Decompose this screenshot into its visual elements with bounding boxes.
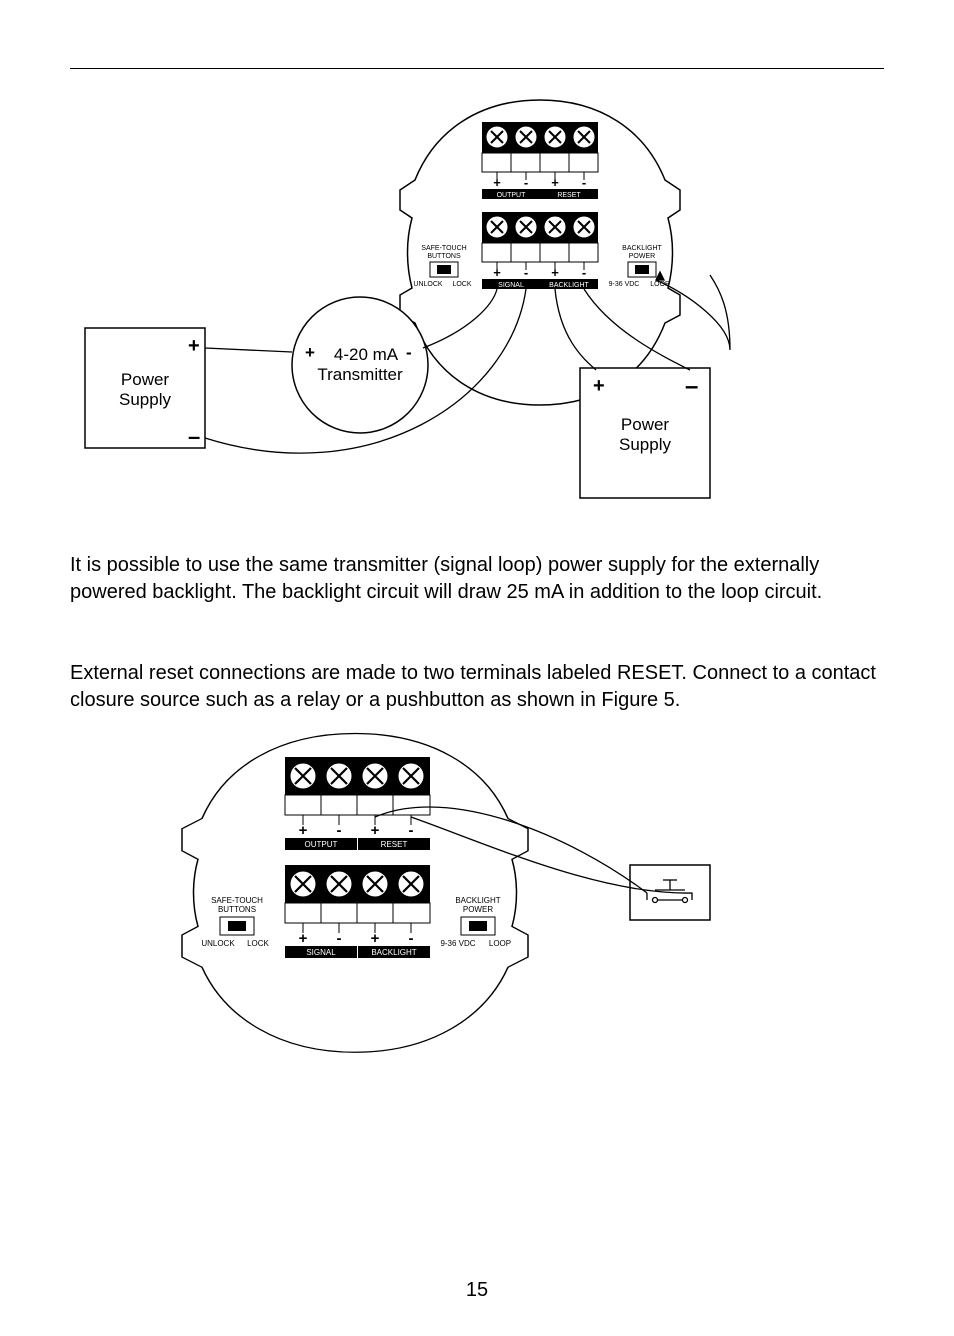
minus-label: - [524, 265, 528, 280]
reset-label: RESET [557, 192, 581, 199]
svg-text:BACKLIGHT: BACKLIGHT [455, 896, 500, 905]
transmitter-plus: + [305, 343, 315, 362]
svg-text:UNLOCK: UNLOCK [201, 939, 235, 948]
minus-label: - [337, 822, 342, 839]
minus-label: - [409, 822, 414, 839]
diagram-2: + - + - OUTPUT RESET [130, 725, 830, 1065]
header-rule [70, 68, 884, 69]
plus-label: + [299, 930, 308, 947]
svg-text:LOOP: LOOP [489, 939, 511, 948]
plus-label: + [371, 930, 380, 947]
power-supply-left-label-2: Supply [119, 390, 171, 409]
output-label: OUTPUT [305, 840, 338, 849]
minus-label: - [582, 265, 586, 280]
plus-label: + [299, 822, 308, 839]
plus-label: + [551, 175, 559, 190]
transmitter-label-2: Transmitter [317, 365, 403, 384]
minus-label: - [524, 175, 528, 190]
svg-text:SAFE-TOUCH: SAFE-TOUCH [421, 245, 466, 252]
backlight-label: BACKLIGHT [371, 948, 416, 957]
output-label: OUTPUT [497, 192, 527, 199]
page-number: 15 [0, 1279, 954, 1302]
svg-text:UNLOCK: UNLOCK [413, 281, 443, 288]
signal-label: SIGNAL [306, 948, 336, 957]
ps-right-plus: + [593, 375, 605, 397]
ps-left-minus: – [188, 424, 200, 449]
plus-label: + [493, 265, 501, 280]
minus-label: - [337, 930, 342, 947]
backlight-label: BACKLIGHT [549, 282, 589, 289]
ps-right-minus: – [685, 373, 698, 400]
svg-text:9-36 VDC: 9-36 VDC [609, 281, 640, 288]
page: + - + - OUTPUT RESET [0, 0, 954, 1336]
power-supply-right-label-1: Power [621, 415, 670, 434]
diagram-1: + - + - OUTPUT RESET [70, 90, 870, 510]
minus-label: - [582, 175, 586, 190]
svg-text:LOCK: LOCK [247, 939, 269, 948]
ps-left-plus: + [188, 335, 200, 357]
signal-label: SIGNAL [498, 282, 524, 289]
power-supply-left-label-1: Power [121, 370, 170, 389]
power-supply-right-label-2: Supply [619, 435, 671, 454]
svg-text:LOCK: LOCK [452, 281, 471, 288]
reset-label: RESET [381, 840, 408, 849]
svg-text:BACKLIGHT: BACKLIGHT [622, 245, 662, 252]
minus-label: - [409, 930, 414, 947]
plus-label: + [371, 822, 380, 839]
svg-text:BUTTONS: BUTTONS [427, 253, 461, 260]
plus-label: + [551, 265, 559, 280]
paragraph-reset-note: External reset connections are made to t… [70, 660, 884, 714]
svg-text:SAFE-TOUCH: SAFE-TOUCH [211, 896, 263, 905]
svg-text:9-36 VDC: 9-36 VDC [440, 939, 475, 948]
transmitter-label-1: 4-20 mA [334, 345, 399, 364]
svg-text:POWER: POWER [463, 905, 493, 914]
svg-text:POWER: POWER [629, 253, 655, 260]
svg-text:BUTTONS: BUTTONS [218, 905, 256, 914]
paragraph-backlight-note: It is possible to use the same transmitt… [70, 552, 884, 606]
plus-label: + [493, 175, 501, 190]
transmitter-minus: - [406, 343, 412, 362]
